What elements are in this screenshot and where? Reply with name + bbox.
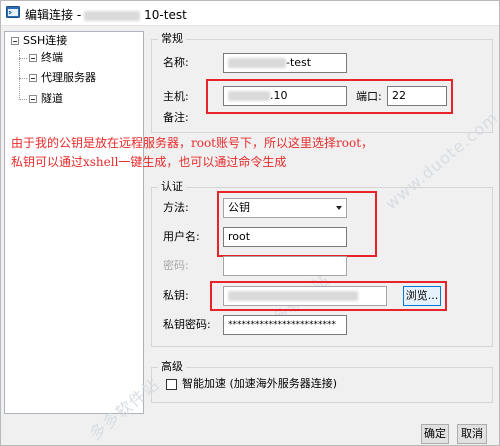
smart-accel-label[interactable]: 智能加速 (加速海外服务器连接)	[182, 374, 337, 394]
auth-group-title: 认证	[158, 181, 186, 193]
redacted-text	[84, 10, 141, 21]
name-value: -test	[286, 56, 312, 69]
name-input[interactable]: -test	[223, 53, 347, 73]
name-label: 名称:	[163, 56, 189, 69]
highlight-box	[206, 79, 453, 114]
tree-item-tunnel[interactable]: 隧道	[41, 91, 63, 107]
highlight-box	[210, 281, 447, 311]
annotation-text: 由于我的公钥是放在远程服务器，root账号下，所以这里选择root， 私钥可以通…	[11, 134, 481, 172]
passphrase-label: 私钥密码:	[163, 318, 211, 331]
tree-node-icon	[29, 54, 37, 62]
app-icon	[6, 6, 20, 18]
private-key-label: 私钥:	[163, 289, 189, 302]
tree-item-ssh[interactable]: SSH连接	[23, 33, 67, 49]
tree-item-terminal[interactable]: 终端	[41, 50, 63, 66]
tree-node-icon	[29, 74, 37, 82]
host-label: 主机:	[163, 90, 189, 103]
password-label: 密码:	[163, 259, 189, 272]
annotation-line-2: 私钥可以通过xshell一键生成，也可以通过命令生成	[11, 155, 287, 169]
tree-node-icon	[29, 95, 37, 103]
notes-label: 备注:	[163, 111, 189, 124]
tree-connector-line	[19, 58, 27, 59]
method-label: 方法:	[163, 201, 189, 214]
ok-button[interactable]: 确定	[421, 424, 449, 444]
annotation-line-1: 由于我的公钥是放在远程服务器，root账号下，所以这里选择root，	[11, 136, 374, 150]
title-bar[interactable]: 编辑连接 - 10-test	[1, 1, 499, 26]
general-group-title: 常规	[158, 33, 186, 45]
passphrase-input[interactable]: ************************	[223, 315, 347, 335]
smart-accel-checkbox[interactable]	[166, 379, 177, 390]
redacted-text	[228, 58, 286, 68]
cancel-button[interactable]: 取消	[457, 424, 487, 444]
tree-connector-line	[19, 99, 27, 100]
category-tree[interactable]: SSH连接 终端 代理服务器 隧道	[4, 31, 144, 414]
tree-item-proxy[interactable]: 代理服务器	[41, 70, 96, 86]
highlight-box	[217, 191, 377, 257]
username-label: 用户名:	[163, 230, 200, 243]
window-title-suffix: 10-test	[144, 8, 187, 22]
tree-connector-line	[19, 78, 27, 79]
edit-connection-dialog: 编辑连接 -10-test SSH连接 终端 代理服务器 隧道 www.duot…	[0, 0, 500, 446]
collapse-toggle-icon[interactable]	[11, 37, 19, 45]
passphrase-value: ************************	[228, 320, 336, 330]
window-title-prefix: 编辑连接 -	[25, 8, 82, 22]
password-input[interactable]	[223, 256, 347, 276]
advanced-group-title: 高级	[158, 361, 186, 373]
window-title: 编辑连接 - 10-test	[25, 6, 187, 23]
